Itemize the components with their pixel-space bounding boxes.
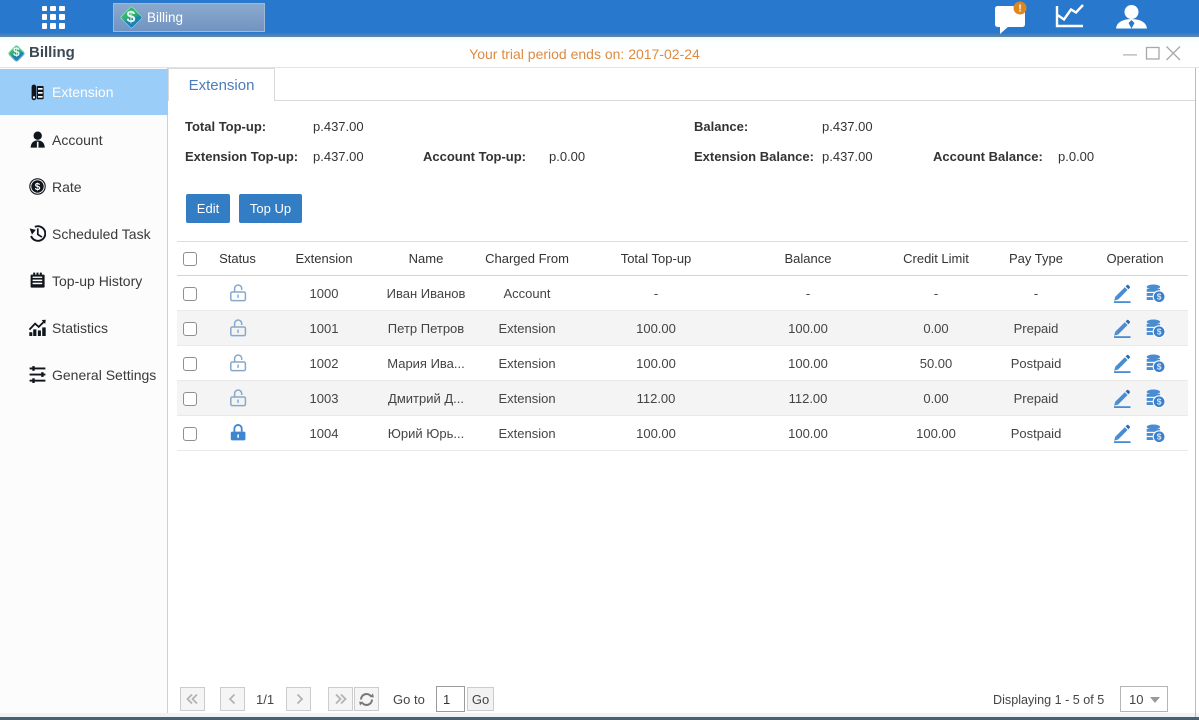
svg-text:$: $ <box>35 182 41 193</box>
svg-text:!: ! <box>1018 4 1021 15</box>
svg-text:$: $ <box>1156 431 1161 441</box>
svg-text:$: $ <box>1156 326 1161 336</box>
svg-text:$: $ <box>1156 291 1161 301</box>
svg-text:$: $ <box>1156 361 1161 371</box>
svg-text:$: $ <box>1156 396 1161 406</box>
